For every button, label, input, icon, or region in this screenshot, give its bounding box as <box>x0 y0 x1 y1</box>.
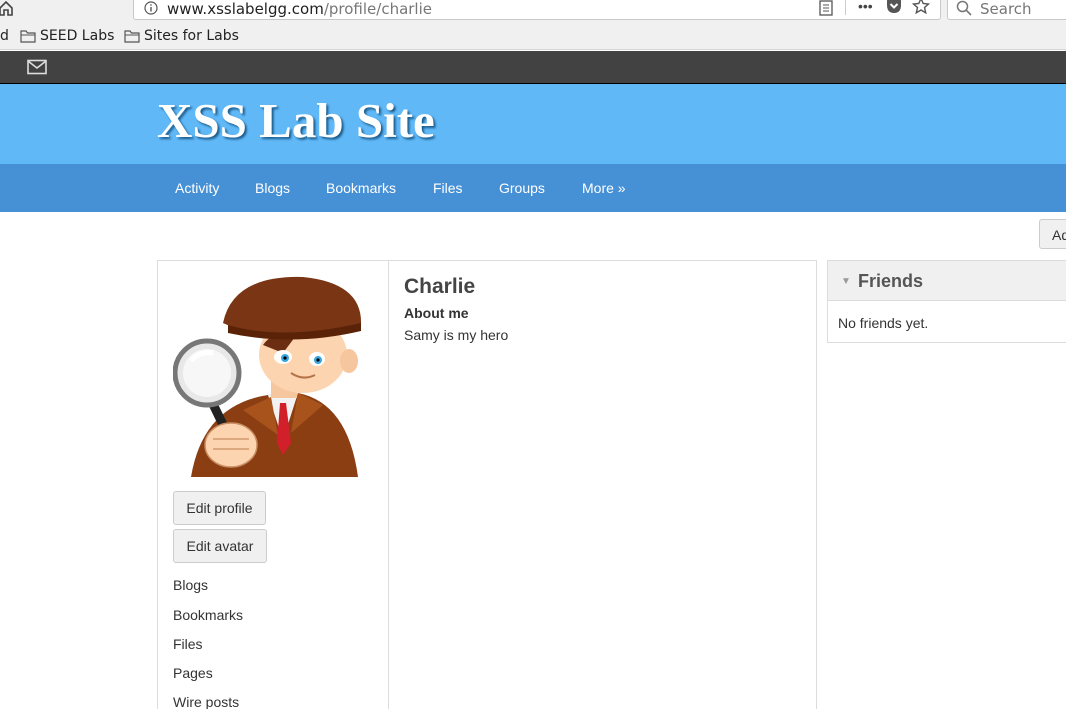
mail-icon[interactable] <box>27 59 47 75</box>
url-separator <box>845 0 846 15</box>
folder-icon <box>124 30 140 43</box>
bookmark-label: Sites for Labs <box>144 28 239 44</box>
owner-link-blogs[interactable]: Blogs <box>173 577 208 593</box>
info-icon[interactable] <box>144 1 158 15</box>
owner-link-pages[interactable]: Pages <box>173 665 213 681</box>
search-placeholder: Search <box>980 0 1032 18</box>
site-title[interactable]: XSS Lab Site <box>157 92 435 149</box>
nav-item-blogs[interactable]: Blogs <box>255 180 290 196</box>
bookmark-star-icon[interactable] <box>912 0 930 15</box>
bookmark-sites-for-labs[interactable]: Sites for Labs <box>124 28 239 44</box>
url-text[interactable]: www.xsslabelgg.com/profile/charlie <box>167 0 432 18</box>
home-icon[interactable] <box>0 0 14 16</box>
about-me-label: About me <box>404 305 469 321</box>
nav-item-files[interactable]: Files <box>433 180 463 196</box>
edit-profile-button[interactable]: Edit profile <box>173 491 266 525</box>
friends-title: Friends <box>858 271 924 291</box>
site-header: XSS Lab Site <box>0 84 1066 164</box>
url-host: www.xsslabelgg.com <box>167 0 324 18</box>
url-path: /profile/charlie <box>323 0 432 18</box>
friends-module: ▼ Friends No friends yet. <box>827 260 1066 343</box>
profile-card: Edit profile Edit avatar Blogs Bookmarks… <box>157 260 817 709</box>
avatar[interactable] <box>173 275 375 477</box>
bookmark-partial[interactable]: d <box>0 28 9 44</box>
nav-item-groups[interactable]: Groups <box>499 180 545 196</box>
site-menu: Activity Blogs Bookmarks Files Groups Mo… <box>0 164 1066 212</box>
friends-header[interactable]: ▼ Friends <box>828 261 1066 301</box>
nav-item-more[interactable]: More » <box>582 180 626 196</box>
owner-link-bookmarks[interactable]: Bookmarks <box>173 607 243 623</box>
bookmark-label: SEED Labs <box>40 28 115 44</box>
bookmark-partial-label: d <box>0 28 9 44</box>
folder-icon <box>20 30 36 43</box>
owner-link-wire-posts[interactable]: Wire posts <box>173 694 239 709</box>
url-bar[interactable]: www.xsslabelgg.com/profile/charlie ••• <box>133 0 941 20</box>
pocket-icon[interactable] <box>886 0 902 14</box>
bookmark-seed-labs[interactable]: SEED Labs <box>20 28 114 44</box>
about-me-value: Samy is my hero <box>404 327 509 343</box>
search-icon <box>956 0 972 16</box>
nav-item-bookmarks[interactable]: Bookmarks <box>326 180 396 196</box>
browser-search-box[interactable]: Search <box>947 0 1066 20</box>
profile-name: Charlie <box>404 275 476 298</box>
edit-avatar-button[interactable]: Edit avatar <box>173 529 267 563</box>
bookmarks-toolbar: d SEED Labs Sites for Labs <box>0 24 1066 50</box>
friends-empty-text: No friends yet. <box>838 315 929 331</box>
site-topbar <box>0 51 1066 84</box>
add-button[interactable]: Ad <box>1039 219 1066 249</box>
page-actions-icon[interactable]: ••• <box>858 0 873 14</box>
profile-details: Charlie About me Samy is my hero <box>404 275 508 343</box>
browser-toolbar: www.xsslabelgg.com/profile/charlie ••• S… <box>0 0 1066 24</box>
nav-item-activity[interactable]: Activity <box>175 180 219 196</box>
owner-link-files[interactable]: Files <box>173 636 203 652</box>
collapse-triangle-icon[interactable]: ▼ <box>841 276 851 287</box>
profile-owner-block: Edit profile Edit avatar Blogs Bookmarks… <box>158 261 389 709</box>
reader-view-icon[interactable] <box>819 0 833 16</box>
